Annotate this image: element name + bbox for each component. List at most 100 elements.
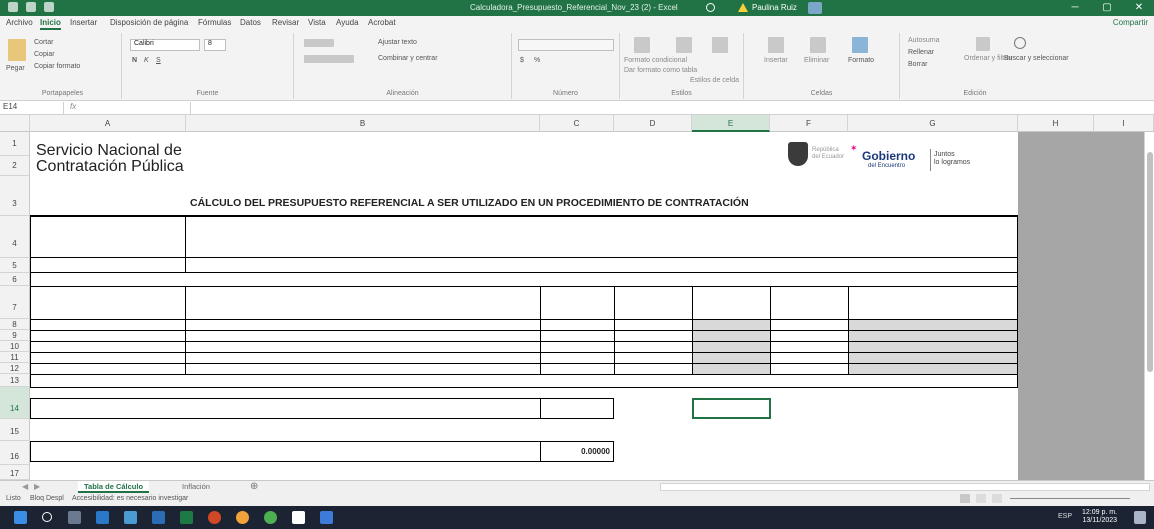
quick-access-toolbar[interactable]: [8, 2, 54, 12]
row-header[interactable]: 2: [0, 156, 30, 176]
cell-styles-button[interactable]: Estilos de celda: [690, 77, 739, 84]
align-top-icon[interactable]: [304, 39, 334, 47]
desc-label-cell[interactable]: Descripción del Objeto Contractual / Ite…: [30, 216, 186, 258]
header-inflacion[interactable]: Inflación Acumulada: [692, 286, 771, 320]
paste-icon[interactable]: [8, 39, 26, 61]
add-sheet-icon[interactable]: ⊕: [250, 481, 258, 492]
notifications-icon[interactable]: [1134, 511, 1146, 524]
input-language[interactable]: ESP: [1058, 513, 1072, 520]
row-header[interactable]: 4: [0, 216, 30, 258]
fx-icon[interactable]: fx: [70, 102, 76, 111]
status-accessibility[interactable]: Accesibilidad: es necesario investigar: [72, 495, 188, 502]
fill-button[interactable]: Rellenar: [908, 49, 934, 56]
sheet-tab-inflacion[interactable]: Inflación: [176, 481, 216, 493]
warning-icon[interactable]: [738, 3, 748, 12]
number-format-select[interactable]: [518, 39, 614, 51]
tab-vista[interactable]: Vista: [308, 18, 326, 27]
col-anio-cells[interactable]: [540, 319, 615, 375]
search-icon[interactable]: [706, 3, 715, 12]
row-header[interactable]: 3: [0, 176, 30, 216]
column-header-c[interactable]: C: [540, 115, 614, 132]
page-layout-icon[interactable]: [976, 494, 986, 503]
clear-button[interactable]: Borrar: [908, 61, 927, 68]
align-center-icon[interactable]: [304, 55, 354, 63]
header-valor-adjudicado[interactable]: Valor Unitario Adjudicado: [770, 286, 849, 320]
minimize-button[interactable]: ─: [1060, 1, 1090, 15]
bold-button[interactable]: N: [132, 57, 137, 64]
cpc-input-cell[interactable]: [185, 257, 1018, 273]
col-codigo-cells[interactable]: [30, 319, 186, 375]
find-icon[interactable]: [1014, 37, 1026, 49]
col-actual-cells[interactable]: [848, 319, 1018, 375]
copy-button[interactable]: Copiar: [34, 51, 55, 58]
teams-icon[interactable]: [96, 511, 109, 524]
autosum-button[interactable]: Autosuma: [908, 37, 940, 44]
avatar[interactable]: [808, 2, 822, 14]
alto-label-cell[interactable]: Valor Unitario Más Alto: [30, 441, 541, 462]
firefox-icon[interactable]: [236, 511, 249, 524]
share-button[interactable]: Compartir: [1113, 18, 1148, 27]
active-cell-e14[interactable]: [692, 398, 771, 419]
cut-button[interactable]: Cortar: [34, 39, 53, 46]
column-header-i[interactable]: I: [1094, 115, 1154, 132]
col-adjudicado-cells[interactable]: [770, 319, 849, 375]
paste-button[interactable]: Pegar: [6, 65, 25, 72]
name-box[interactable]: E14: [0, 102, 64, 114]
delete-cells-icon[interactable]: [810, 37, 826, 53]
row-header[interactable]: 16: [0, 441, 30, 465]
conditional-format-button[interactable]: Formato condicional: [624, 57, 687, 64]
row-header[interactable]: 1: [0, 132, 30, 156]
merge-center-button[interactable]: Combinar y centrar: [378, 55, 438, 62]
col-inflacion-cells[interactable]: [692, 319, 771, 375]
task-view-icon[interactable]: [68, 511, 81, 524]
format-table-button[interactable]: Dar formato como tabla: [624, 67, 697, 74]
row-header[interactable]: 12: [0, 363, 30, 374]
page-break-icon[interactable]: [992, 494, 1002, 503]
word-icon[interactable]: [152, 511, 165, 524]
tab-insertar[interactable]: Insertar: [70, 18, 97, 27]
promedio-value-cell[interactable]: [540, 398, 614, 419]
column-header-b[interactable]: B: [186, 115, 540, 132]
delete-button[interactable]: Eliminar: [804, 57, 829, 64]
format-button[interactable]: Formato: [848, 57, 874, 64]
underline-button[interactable]: S: [156, 57, 161, 64]
alto-value-cell[interactable]: 0.00000: [540, 441, 614, 462]
select-all-corner[interactable]: [0, 115, 30, 132]
wrap-text-button[interactable]: Ajustar texto: [378, 39, 417, 46]
user-name[interactable]: Paulina Ruiz: [752, 3, 797, 12]
redo-icon[interactable]: [44, 2, 54, 12]
powerpoint-icon[interactable]: [208, 511, 221, 524]
cpc-label-cell[interactable]: CPC N9: [30, 257, 186, 273]
font-name-input[interactable]: Calibri: [130, 39, 200, 51]
row-header[interactable]: 5: [0, 258, 30, 273]
italic-button[interactable]: K: [144, 57, 149, 64]
row-header[interactable]: 11: [0, 352, 30, 363]
row-header[interactable]: 8: [0, 319, 30, 330]
normal-view-icon[interactable]: [960, 494, 970, 503]
taskbar-search-icon[interactable]: [42, 512, 52, 522]
col-entidad-cells[interactable]: [185, 319, 541, 375]
row-header[interactable]: 13: [0, 374, 30, 387]
row-header[interactable]: 7: [0, 286, 30, 319]
tab-revisar[interactable]: Revisar: [272, 18, 299, 27]
header-anio[interactable]: Año: [540, 286, 615, 320]
promedio-label-cell[interactable]: Valor Unitario Promedio: [30, 398, 541, 419]
format-cells-icon[interactable]: [852, 37, 868, 53]
explorer-icon[interactable]: [292, 511, 305, 524]
find-select-button[interactable]: Buscar y seleccionar: [1004, 55, 1069, 62]
horizontal-scrollbar[interactable]: [660, 483, 1150, 491]
tab-formulas[interactable]: Fórmulas: [198, 18, 231, 27]
header-codigo[interactable]: Código Procedimiento: [30, 286, 186, 320]
insert-cells-icon[interactable]: [768, 37, 784, 53]
app-icon[interactable]: [320, 511, 333, 524]
row-header[interactable]: 6: [0, 273, 30, 286]
percent-button[interactable]: %: [534, 57, 540, 64]
format-painter-button[interactable]: Copiar formato: [34, 63, 80, 70]
vertical-scrollbar[interactable]: [1144, 132, 1154, 480]
conditional-format-icon[interactable]: [634, 37, 650, 53]
row-header[interactable]: 17: [0, 465, 30, 480]
sheet-tab-calculo[interactable]: Tabla de Cálculo: [78, 481, 150, 493]
sort-filter-icon[interactable]: [976, 37, 990, 51]
row-header[interactable]: 10: [0, 341, 30, 352]
save-icon[interactable]: [8, 2, 18, 12]
